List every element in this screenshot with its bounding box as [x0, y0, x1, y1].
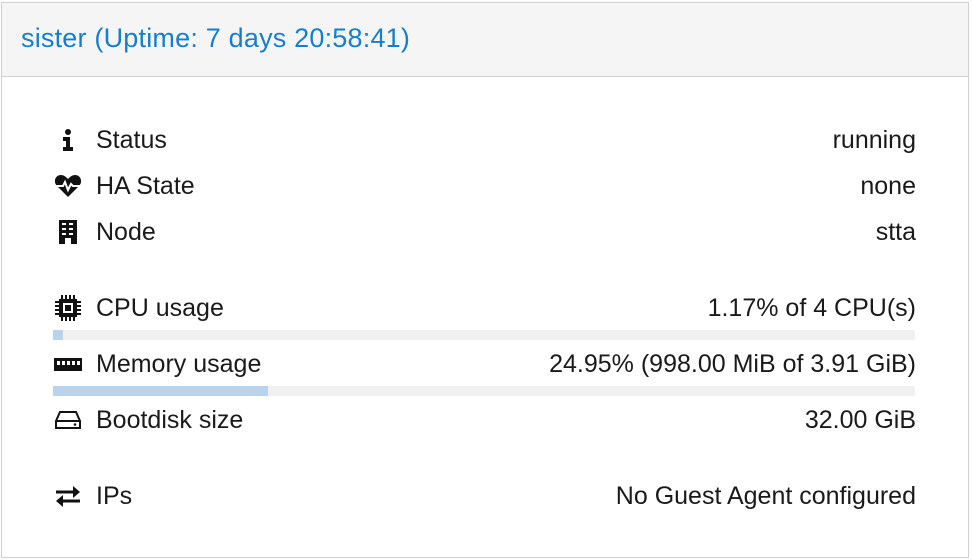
cpu-usage-progress-fill	[53, 330, 64, 340]
node-row: Node stta	[52, 215, 916, 249]
panel-header: sister (Uptime: 7 days 20:58:41)	[2, 3, 968, 77]
vm-summary-panel: sister (Uptime: 7 days 20:58:41) Status …	[1, 2, 969, 558]
memory-usage-row: Memory usage 24.95% (998.00 MiB of 3.91 …	[52, 347, 916, 381]
memory-icon	[52, 349, 84, 379]
status-row: Status running	[52, 123, 916, 157]
memory-usage-label: Memory usage	[96, 349, 262, 378]
cpu-chip-icon	[52, 293, 84, 323]
node-value: stta	[875, 217, 916, 246]
info-icon	[52, 125, 84, 155]
memory-usage-progress-fill	[53, 386, 269, 396]
heartbeat-icon	[52, 171, 84, 201]
ha-state-label: HA State	[96, 171, 195, 200]
server-icon	[52, 217, 84, 247]
cpu-usage-progress-bar	[53, 330, 915, 340]
bootdisk-size-label: Bootdisk size	[96, 405, 244, 434]
ips-value: No Guest Agent configured	[615, 481, 916, 510]
status-value: running	[832, 125, 916, 154]
cpu-usage-label: CPU usage	[96, 293, 224, 322]
node-label: Node	[96, 217, 156, 246]
ips-row: IPs No Guest Agent configured	[52, 479, 916, 513]
cpu-usage-value: 1.17% of 4 CPU(s)	[707, 293, 916, 322]
ha-state-row: HA State none	[52, 169, 916, 203]
panel-title: sister (Uptime: 7 days 20:58:41)	[21, 23, 411, 53]
cpu-usage-row: CPU usage 1.17% of 4 CPU(s)	[52, 291, 916, 325]
memory-usage-progress-bar	[53, 386, 915, 396]
status-label: Status	[96, 125, 167, 154]
ips-label: IPs	[96, 481, 133, 510]
bootdisk-size-value: 32.00 GiB	[804, 405, 916, 434]
hdd-icon	[52, 405, 84, 435]
memory-usage-value: 24.95% (998.00 MiB of 3.91 GiB)	[549, 349, 916, 378]
exchange-icon	[52, 481, 84, 511]
ha-state-value: none	[860, 171, 916, 200]
bootdisk-size-row: Bootdisk size 32.00 GiB	[52, 403, 916, 437]
